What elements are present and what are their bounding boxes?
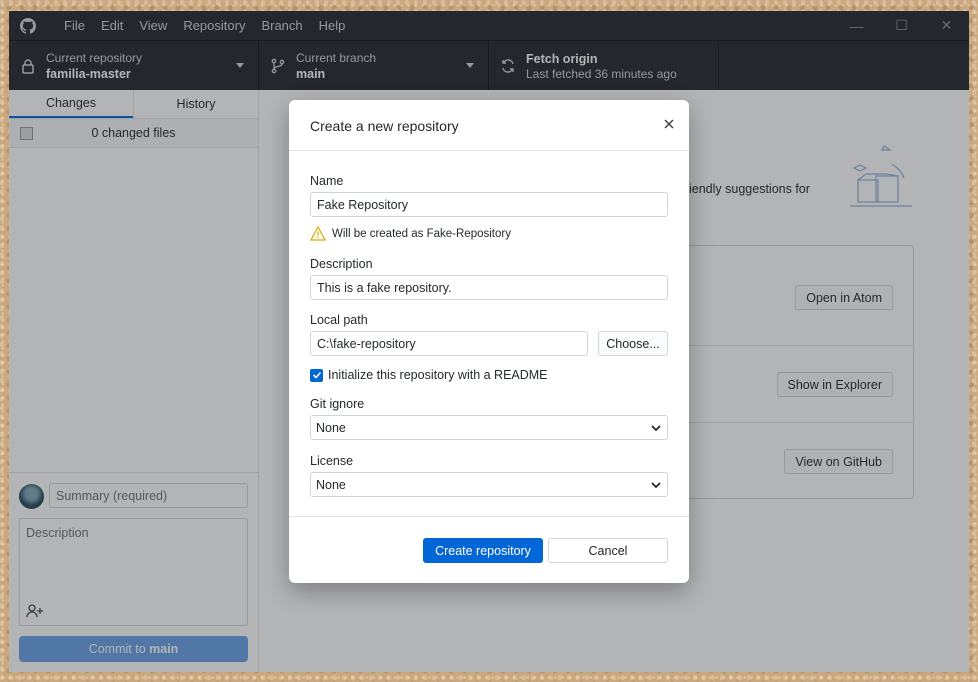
create-repository-button[interactable]: Create repository <box>423 538 543 563</box>
warning-text: Will be created as Fake-Repository <box>332 227 511 240</box>
gitignore-label: Git ignore <box>310 397 365 411</box>
dialog-header: Create a new repository <box>289 100 689 151</box>
license-value: None <box>316 477 346 492</box>
gitignore-select[interactable]: None <box>310 415 668 440</box>
app-window: File Edit View Repository Branch Help — … <box>9 11 969 672</box>
dialog-title: Create a new repository <box>310 118 459 134</box>
choose-button[interactable]: Choose... <box>598 331 668 356</box>
chevron-down-icon <box>651 482 661 489</box>
name-label: Name <box>310 174 344 188</box>
description-input[interactable]: This is a fake repository. <box>310 275 668 300</box>
license-select[interactable]: None <box>310 472 668 497</box>
name-warning: Will be created as Fake-Repository <box>310 226 511 241</box>
warning-icon <box>310 226 326 241</box>
local-path-label: Local path <box>310 313 368 327</box>
local-path-input[interactable]: C:\fake-repository <box>310 331 588 356</box>
chevron-down-icon <box>651 425 661 432</box>
close-icon[interactable] <box>661 116 677 132</box>
cancel-button[interactable]: Cancel <box>548 538 668 563</box>
license-label: License <box>310 454 354 468</box>
readme-checkbox-row[interactable]: Initialize this repository with a README <box>310 368 548 382</box>
gitignore-value: None <box>316 420 346 435</box>
readme-checkbox[interactable] <box>310 368 323 382</box>
readme-label: Initialize this repository with a README <box>328 368 548 382</box>
create-repository-dialog: Create a new repository Name Fake Reposi… <box>289 100 689 583</box>
name-input[interactable]: Fake Repository <box>310 192 668 217</box>
checkmark-icon <box>312 371 321 379</box>
dialog-footer: Create repository Cancel <box>289 516 689 583</box>
description-label: Description <box>310 257 373 271</box>
